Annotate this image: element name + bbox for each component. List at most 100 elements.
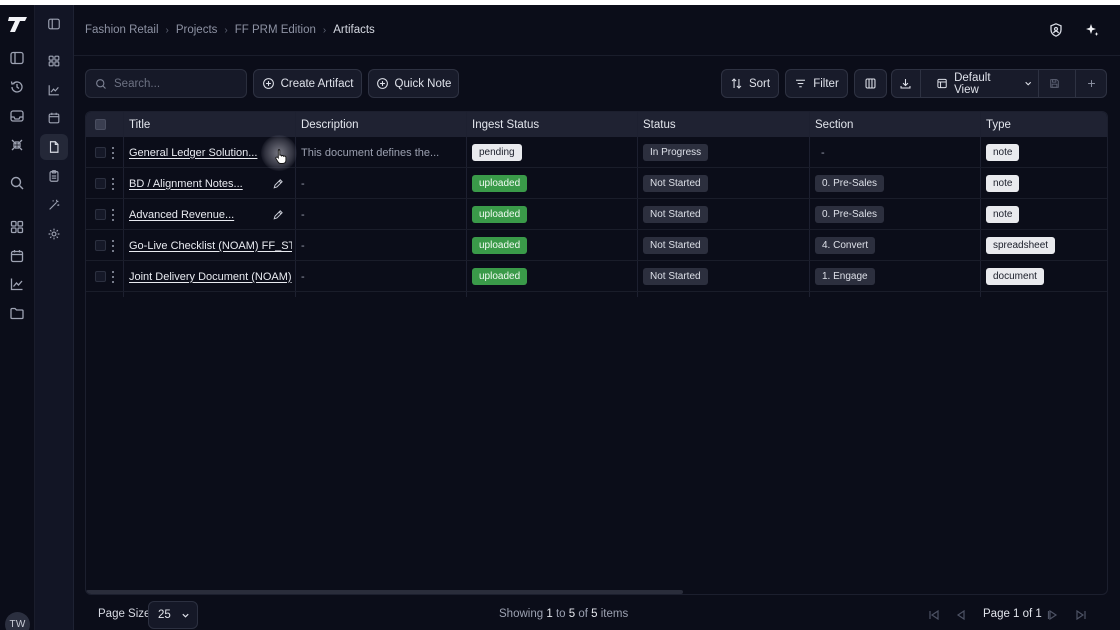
edit-pencil-icon[interactable] xyxy=(272,178,284,190)
settings-gear-icon[interactable] xyxy=(47,227,61,241)
showing-summary: Showing 1 to 5 of 5 items xyxy=(499,608,628,620)
row-menu-icon[interactable] xyxy=(111,271,115,283)
artifact-title-link[interactable]: General Ledger Solution... xyxy=(129,147,257,159)
status-badge[interactable]: Not Started xyxy=(643,237,708,254)
schedule-icon[interactable] xyxy=(47,111,61,125)
sort-icon xyxy=(730,77,743,90)
ingest-status-badge: uploaded xyxy=(472,268,528,285)
previous-page-icon[interactable] xyxy=(955,609,967,621)
artifacts-table: Title Description Ingest Status Status S… xyxy=(85,111,1108,595)
folder-icon[interactable] xyxy=(9,305,25,321)
row-checkbox[interactable] xyxy=(95,147,106,158)
table-row[interactable]: Go-Live Checklist (NOAM) FF_ST... - uplo… xyxy=(86,230,1107,261)
calendar-icon[interactable] xyxy=(9,248,25,264)
page-indicator: Page 1 of 1 xyxy=(983,608,1042,620)
dashboard-icon[interactable] xyxy=(47,54,61,68)
breadcrumb-org[interactable]: Fashion Retail xyxy=(85,24,159,36)
select-all-checkbox[interactable] xyxy=(95,119,106,130)
column-header-title[interactable]: Title xyxy=(129,112,150,137)
columns-button[interactable] xyxy=(854,69,887,98)
last-page-icon[interactable] xyxy=(1075,609,1087,621)
shield-icon[interactable] xyxy=(1048,22,1064,38)
table-row[interactable]: General Ledger Solution... This document… xyxy=(86,137,1107,168)
plus-icon xyxy=(1086,78,1097,89)
status-badge[interactable]: In Progress xyxy=(643,144,709,161)
row-checkbox[interactable] xyxy=(95,271,106,282)
apps-icon[interactable] xyxy=(9,219,25,235)
section-badge[interactable]: 0. Pre-Sales xyxy=(815,206,885,223)
table-row[interactable]: Advanced Revenue... - uploaded Not Start… xyxy=(86,199,1107,230)
filter-button[interactable]: Filter xyxy=(785,69,848,98)
row-menu-icon[interactable] xyxy=(111,209,115,221)
section-badge[interactable]: 0. Pre-Sales xyxy=(815,175,885,192)
column-header-type[interactable]: Type xyxy=(986,112,1011,137)
row-menu-icon[interactable] xyxy=(111,178,115,190)
quick-note-button[interactable]: Quick Note xyxy=(368,69,459,98)
type-badge: spreadsheet xyxy=(986,237,1056,254)
column-header-description[interactable]: Description xyxy=(301,112,359,137)
sort-button[interactable]: Sort xyxy=(721,69,779,98)
clipboard-icon[interactable] xyxy=(47,169,61,183)
app-logo[interactable] xyxy=(7,15,29,33)
showing-prefix: Showing xyxy=(499,608,544,620)
status-badge[interactable]: Not Started xyxy=(643,206,708,223)
next-page-icon[interactable] xyxy=(1047,609,1059,621)
horizontal-scrollbar[interactable] xyxy=(86,590,683,594)
section-badge[interactable]: 1. Engage xyxy=(815,268,875,285)
search-input[interactable] xyxy=(114,77,234,90)
search-icon[interactable] xyxy=(9,175,25,191)
layout-icon xyxy=(936,77,948,90)
create-artifact-button[interactable]: Create Artifact xyxy=(253,69,362,98)
analytics-icon[interactable] xyxy=(47,83,61,97)
breadcrumb: Fashion Retail › Projects › FF PRM Editi… xyxy=(85,24,375,36)
save-view-button[interactable] xyxy=(1038,70,1069,97)
inbox-icon[interactable] xyxy=(9,108,25,124)
showing-of-word: of xyxy=(578,608,588,620)
sidebar-toggle-icon[interactable] xyxy=(47,17,61,31)
table-row[interactable]: Joint Delivery Document (NOAM) - uploade… xyxy=(86,261,1107,292)
magic-wand-icon[interactable] xyxy=(47,198,61,212)
artifact-title-link[interactable]: BD / Alignment Notes... xyxy=(129,178,243,190)
column-header-section[interactable]: Section xyxy=(815,112,853,137)
view-select[interactable]: Default View xyxy=(927,70,1033,97)
history-icon[interactable] xyxy=(9,79,25,95)
panel-icon[interactable] xyxy=(9,50,25,66)
breadcrumb-projects[interactable]: Projects xyxy=(176,24,218,36)
section-badge[interactable]: 4. Convert xyxy=(815,237,876,254)
ingest-status-badge: pending xyxy=(472,144,522,161)
edit-pencil-icon[interactable] xyxy=(272,209,284,221)
header-divider xyxy=(74,55,1120,56)
row-checkbox[interactable] xyxy=(95,178,106,189)
breadcrumb-project[interactable]: FF PRM Edition xyxy=(235,24,316,36)
collapse-icon[interactable] xyxy=(9,137,25,153)
table-row[interactable]: BD / Alignment Notes... - uploaded Not S… xyxy=(86,168,1107,199)
page-size-value: 25 xyxy=(158,609,171,621)
row-checkbox[interactable] xyxy=(95,209,106,220)
section-cell[interactable]: - xyxy=(821,137,825,168)
artifact-title-link[interactable]: Advanced Revenue... xyxy=(129,209,234,221)
user-avatar[interactable]: TW xyxy=(5,612,30,630)
page-size-select[interactable]: 25 xyxy=(148,601,198,629)
column-header-ingest-status[interactable]: Ingest Status xyxy=(472,112,539,137)
row-checkbox[interactable] xyxy=(95,240,106,251)
column-header-status[interactable]: Status xyxy=(643,112,676,137)
sparkle-icon[interactable] xyxy=(1084,22,1100,38)
breadcrumb-current: Artifacts xyxy=(333,24,375,36)
plus-circle-icon xyxy=(376,77,389,90)
table-header: Title Description Ingest Status Status S… xyxy=(86,112,1107,137)
first-page-icon[interactable] xyxy=(928,609,940,621)
row-menu-icon[interactable] xyxy=(111,240,115,252)
row-menu-icon[interactable] xyxy=(111,147,115,159)
search-box[interactable] xyxy=(85,69,247,98)
add-view-button[interactable] xyxy=(1075,70,1106,97)
ingest-status-badge: uploaded xyxy=(472,237,528,254)
description-cell: - xyxy=(301,208,305,221)
artifact-title-link[interactable]: Go-Live Checklist (NOAM) FF_ST... xyxy=(129,240,292,252)
document-icon[interactable] xyxy=(47,140,61,154)
chart-icon[interactable] xyxy=(9,276,25,292)
download-button[interactable] xyxy=(892,70,921,97)
status-badge[interactable]: Not Started xyxy=(643,175,708,192)
status-badge[interactable]: Not Started xyxy=(643,268,708,285)
artifact-title-link[interactable]: Joint Delivery Document (NOAM) xyxy=(129,271,292,283)
create-artifact-label: Create Artifact xyxy=(280,77,354,90)
